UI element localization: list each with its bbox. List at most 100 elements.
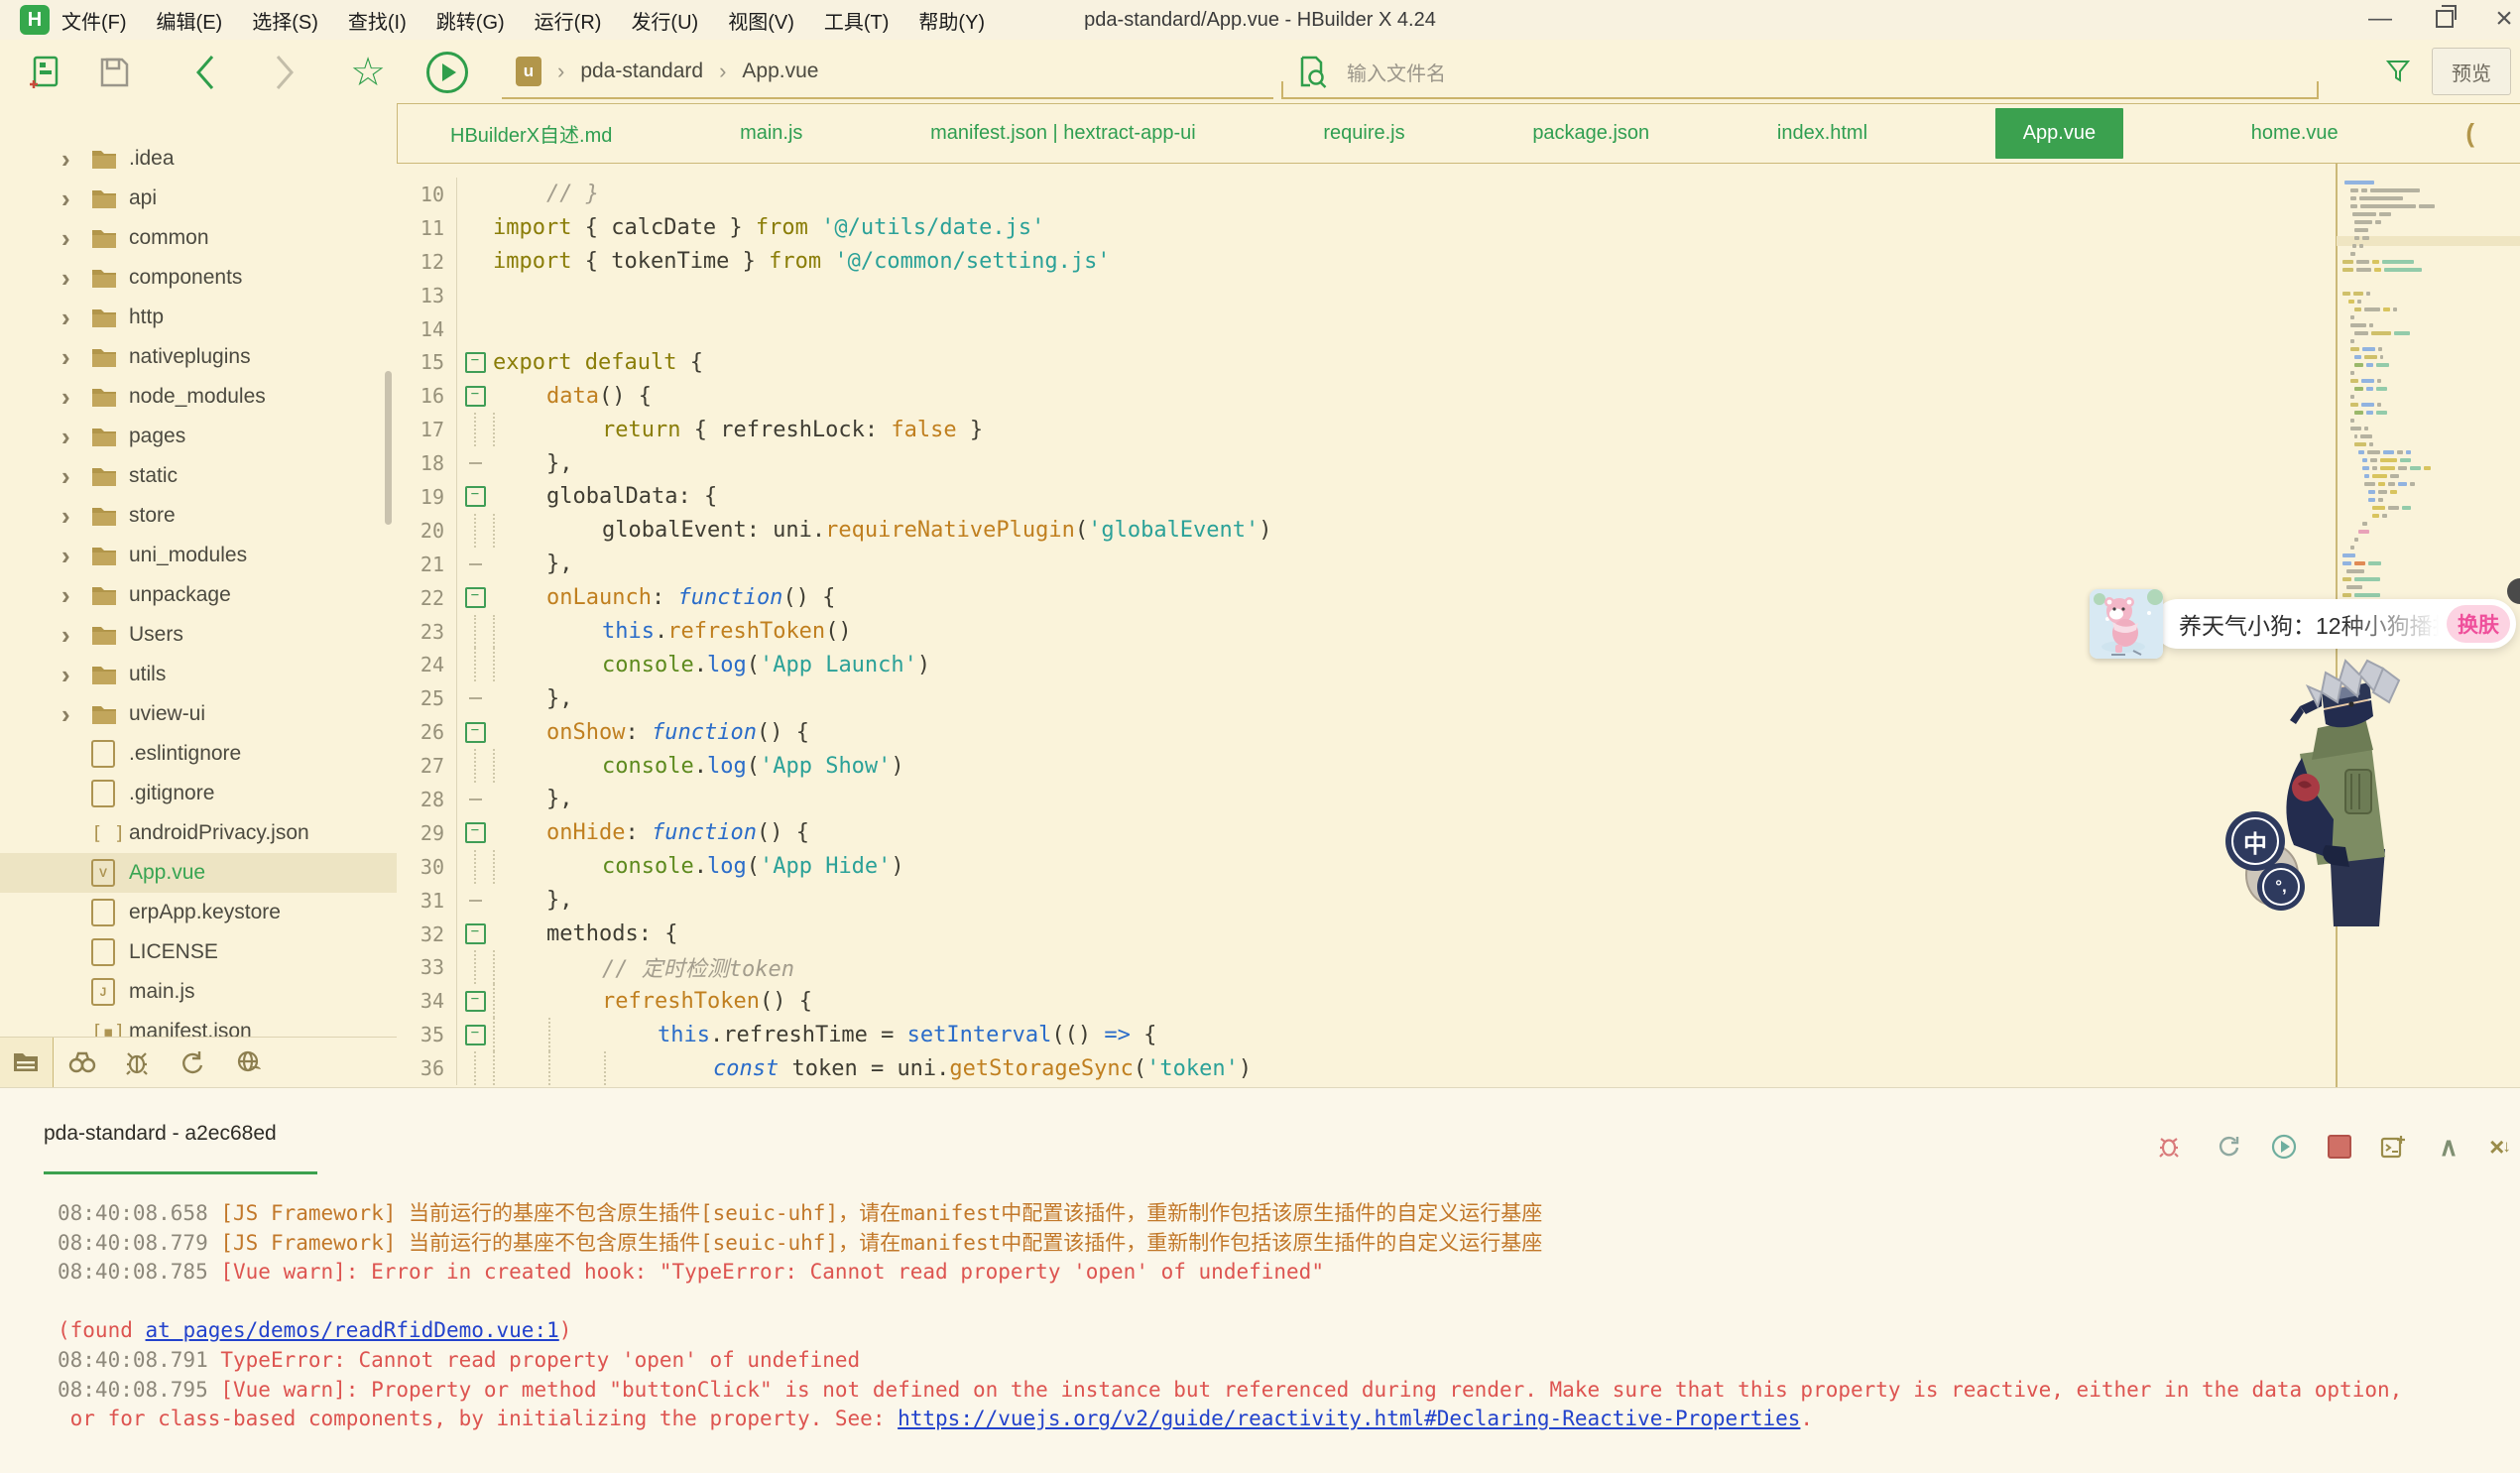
minimap[interactable]: [2342, 181, 2516, 613]
back-button[interactable]: [184, 52, 226, 93]
tree-item-uview-ui[interactable]: ›uview-ui: [0, 694, 397, 734]
tab-package.json[interactable]: package.json: [1532, 122, 1649, 145]
menu-item[interactable]: 选择(S): [252, 6, 318, 35]
tree-item-idea[interactable]: ›.idea: [0, 139, 397, 179]
explorer-folder-button[interactable]: [11, 1047, 41, 1077]
web-panel-button[interactable]: [234, 1047, 264, 1077]
tree-item-manifestjson[interactable]: [▪]manifest.json: [0, 1012, 397, 1037]
floating-ad-widget[interactable]: 养天气小狗：12种小狗播报天气 换肤: [2090, 589, 2520, 661]
sidebar-scrollbar[interactable]: [385, 371, 392, 525]
code-editor[interactable]: 10// }11import { calcDate } from '@/util…: [397, 164, 2336, 1087]
tree-item-uni_modules[interactable]: ›uni_modules: [0, 536, 397, 575]
chevron-right-icon[interactable]: ›: [61, 662, 91, 687]
chevron-right-icon[interactable]: ›: [61, 185, 91, 211]
tree-item-utils[interactable]: ›utils: [0, 655, 397, 694]
fold-toggle[interactable]: −: [457, 715, 493, 749]
tab-scroll-icon[interactable]: (: [2465, 118, 2474, 149]
tree-item-LICENSE[interactable]: LICENSE: [0, 932, 397, 972]
chevron-right-icon[interactable]: ›: [61, 424, 91, 449]
minimize-button[interactable]: —: [2360, 2, 2400, 36]
console-collapse-button[interactable]: ∧: [2434, 1132, 2463, 1162]
tree-item-unpackage[interactable]: ›unpackage: [0, 575, 397, 615]
tree-item-static[interactable]: ›static: [0, 456, 397, 496]
new-file-button[interactable]: [24, 52, 65, 93]
menu-item[interactable]: 编辑(E): [157, 6, 223, 35]
favorite-button[interactable]: ☆: [347, 52, 389, 93]
fold-toggle[interactable]: −: [457, 918, 493, 951]
sync-panel-button[interactable]: [177, 1047, 206, 1077]
tree-item-store[interactable]: ›store: [0, 496, 397, 536]
tree-item-components[interactable]: ›components: [0, 258, 397, 298]
restore-button[interactable]: [2425, 2, 2464, 36]
chevron-right-icon[interactable]: ›: [61, 146, 91, 172]
file-search-input[interactable]: 输入文件名: [1281, 46, 2319, 99]
chevron-right-icon[interactable]: ›: [61, 503, 91, 529]
fold-toggle[interactable]: −: [457, 1018, 493, 1051]
close-button[interactable]: ×: [2484, 2, 2520, 36]
fold-toggle[interactable]: −: [457, 984, 493, 1018]
log-link[interactable]: https://vuejs.org/v2/guide/reactivity.ht…: [898, 1407, 1800, 1430]
preview-button[interactable]: 预览: [2432, 48, 2511, 95]
tree-item-erpAppkeystore[interactable]: erpApp.keystore: [0, 893, 397, 932]
console-restart-button[interactable]: [2214, 1132, 2243, 1162]
menu-item[interactable]: 视图(V): [728, 6, 794, 35]
chevron-right-icon[interactable]: ›: [61, 384, 91, 410]
menu-item[interactable]: 帮助(Y): [918, 6, 985, 35]
log-link[interactable]: at pages/demos/readRfidDemo.vue:1: [146, 1318, 559, 1342]
chevron-right-icon[interactable]: ›: [61, 344, 91, 370]
console-close-button[interactable]: ×↓: [2485, 1132, 2515, 1162]
menu-item[interactable]: 运行(R): [535, 6, 602, 35]
tree-item-Appvue[interactable]: VApp.vue: [0, 853, 397, 893]
menu-item[interactable]: 跳转(G): [436, 6, 505, 35]
breadcrumb-file[interactable]: App.vue: [742, 60, 818, 83]
breadcrumb-project[interactable]: pda-standard: [580, 60, 703, 83]
save-button[interactable]: [93, 52, 135, 93]
chevron-right-icon[interactable]: ›: [61, 225, 91, 251]
tree-item-common[interactable]: ›common: [0, 218, 397, 258]
breadcrumb[interactable]: u › pda-standard › App.vue: [502, 46, 1273, 99]
forward-button[interactable]: [264, 52, 305, 93]
tab-manifest.jsonhextract-app-ui[interactable]: manifest.json | hextract-app-ui: [930, 122, 1196, 145]
pet-sound-button[interactable]: °,: [2257, 863, 2305, 911]
fold-toggle[interactable]: −: [457, 345, 493, 379]
file-tree[interactable]: ›.idea›api›common›components›http›native…: [0, 139, 397, 1037]
tree-item-mainjs[interactable]: Jmain.js: [0, 972, 397, 1012]
ad-thumbnail[interactable]: [2090, 589, 2163, 659]
console-run-button[interactable]: [2269, 1132, 2299, 1162]
debug-panel-button[interactable]: [122, 1047, 152, 1077]
menu-item[interactable]: 工具(T): [824, 6, 890, 35]
tab-home.vue[interactable]: home.vue: [2251, 122, 2339, 145]
fold-toggle[interactable]: −: [457, 379, 493, 413]
console-stop-button[interactable]: [2325, 1132, 2354, 1162]
fold-toggle[interactable]: −: [457, 816, 493, 850]
chevron-right-icon[interactable]: ›: [61, 265, 91, 291]
change-skin-button[interactable]: 换肤: [2447, 605, 2510, 643]
chevron-right-icon[interactable]: ›: [61, 305, 91, 330]
tab-main.js[interactable]: main.js: [740, 122, 802, 145]
filter-button[interactable]: [2384, 58, 2412, 90]
tab-App.vue[interactable]: App.vue: [1995, 108, 2123, 159]
chevron-right-icon[interactable]: ›: [61, 701, 91, 727]
console-debug-button[interactable]: [2154, 1132, 2184, 1162]
tree-item-gitignore[interactable]: .gitignore: [0, 774, 397, 813]
tree-item-androidPrivacyjson[interactable]: [ ]androidPrivacy.json: [0, 813, 397, 853]
menu-item[interactable]: 文件(F): [61, 6, 127, 35]
console-new-button[interactable]: [2378, 1132, 2408, 1162]
tree-item-eslintignore[interactable]: .eslintignore: [0, 734, 397, 774]
fold-toggle[interactable]: −: [457, 480, 493, 514]
tree-item-node_modules[interactable]: ›node_modules: [0, 377, 397, 417]
menu-item[interactable]: 发行(U): [631, 6, 698, 35]
chevron-right-icon[interactable]: ›: [61, 543, 91, 568]
tree-item-pages[interactable]: ›pages: [0, 417, 397, 456]
tree-item-api[interactable]: ›api: [0, 179, 397, 218]
run-button[interactable]: [426, 52, 468, 93]
menu-item[interactable]: 查找(I): [348, 6, 407, 35]
tab-HBuilderX.md[interactable]: HBuilderX自述.md: [450, 119, 612, 148]
tab-require.js[interactable]: require.js: [1323, 122, 1404, 145]
search-panel-button[interactable]: [67, 1047, 97, 1077]
fold-toggle[interactable]: −: [457, 581, 493, 615]
chevron-right-icon[interactable]: ›: [61, 622, 91, 648]
pet-language-button[interactable]: 中: [2225, 811, 2285, 871]
tree-item-Users[interactable]: ›Users: [0, 615, 397, 655]
tab-index.html[interactable]: index.html: [1777, 122, 1867, 145]
